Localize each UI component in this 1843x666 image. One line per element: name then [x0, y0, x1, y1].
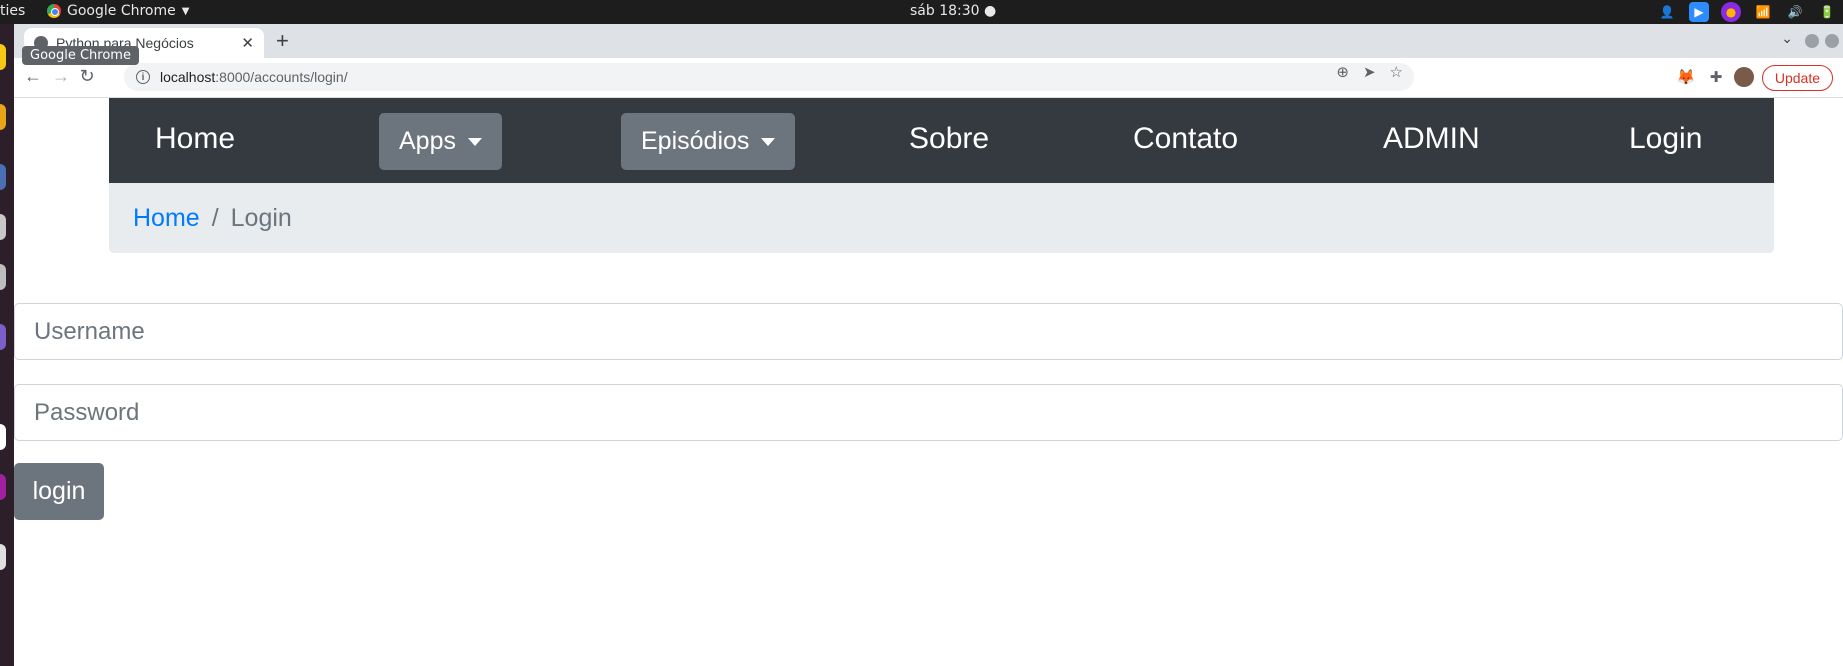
- app-menu-label: Google Chrome: [67, 3, 176, 19]
- video-call-icon[interactable]: ▶: [1689, 2, 1709, 22]
- dock-item-icon[interactable]: [0, 214, 6, 240]
- browser-toolbar: ← → ↻ i localhost:8000/accounts/login/ ⊕…: [14, 58, 1843, 98]
- clock[interactable]: sáb 18:30 ●: [910, 3, 996, 19]
- activities-button[interactable]: ties: [0, 3, 25, 19]
- dock-item-icon[interactable]: [0, 104, 6, 130]
- username-input[interactable]: Username: [14, 303, 1843, 360]
- nav-sobre-link[interactable]: Sobre: [909, 122, 989, 156]
- dock-item-icon[interactable]: [0, 424, 6, 450]
- password-input[interactable]: Password: [14, 384, 1843, 441]
- maximize-icon[interactable]: [1825, 34, 1839, 48]
- tab-search-icon[interactable]: ⌄: [1781, 30, 1793, 47]
- nav-login-link[interactable]: Login: [1629, 122, 1702, 156]
- url-host: localhost: [160, 69, 216, 85]
- browser-icon[interactable]: ●: [1721, 2, 1741, 22]
- system-tray: 👤 ▶ ● 📶 🔊 🔋: [1657, 2, 1837, 22]
- omnibox-actions: ⊕ ➤ ☆: [1336, 63, 1403, 81]
- breadcrumb-home-link[interactable]: Home: [133, 204, 200, 233]
- dock-item-icon[interactable]: [0, 44, 6, 70]
- page-content: Home Apps Episódios Sobre Contato ADMIN …: [14, 98, 1843, 666]
- info-icon[interactable]: i: [136, 70, 150, 84]
- password-placeholder: Password: [34, 398, 140, 426]
- app-menu[interactable]: Google Chrome ▼: [47, 3, 189, 19]
- nav-contato-link[interactable]: Contato: [1133, 122, 1238, 156]
- zoom-icon[interactable]: ⊕: [1336, 63, 1349, 81]
- dock-item-icon[interactable]: [0, 164, 6, 190]
- username-placeholder: Username: [34, 317, 145, 345]
- chrome-logo-icon: [47, 4, 61, 18]
- nav-apps-dropdown[interactable]: Apps: [379, 113, 502, 170]
- battery-icon[interactable]: 🔋: [1817, 2, 1837, 22]
- dock: [0, 24, 14, 666]
- caret-down-icon: [761, 137, 776, 146]
- site-navbar: Home Apps Episódios Sobre Contato ADMIN …: [109, 98, 1774, 183]
- user-icon[interactable]: 👤: [1657, 2, 1677, 22]
- volume-icon[interactable]: 🔊: [1785, 2, 1805, 22]
- dock-item-icon[interactable]: [0, 474, 6, 500]
- reload-icon[interactable]: ↻: [76, 66, 98, 87]
- send-icon[interactable]: ➤: [1363, 63, 1376, 81]
- update-button[interactable]: Update: [1761, 65, 1833, 91]
- nav-home-link[interactable]: Home: [155, 122, 235, 156]
- tab-strip: Python para Negócios ✕ + ⌄: [14, 24, 1843, 58]
- breadcrumb-separator: /: [211, 203, 219, 232]
- nav-admin-link[interactable]: ADMIN: [1383, 122, 1480, 156]
- caret-down-icon: [467, 137, 482, 146]
- metamask-extension-icon[interactable]: 🦊: [1676, 67, 1696, 87]
- address-bar[interactable]: i localhost:8000/accounts/login/: [124, 63, 1414, 91]
- nav-apps-label: Apps: [399, 127, 456, 155]
- back-icon[interactable]: ←: [22, 66, 44, 87]
- close-icon[interactable]: ✕: [241, 34, 254, 52]
- chevron-down-icon: ▼: [181, 5, 190, 17]
- login-submit-button[interactable]: login: [14, 463, 104, 520]
- dock-item-icon[interactable]: [0, 264, 6, 290]
- profile-avatar[interactable]: [1734, 67, 1754, 87]
- dock-item-icon[interactable]: [0, 324, 6, 350]
- star-icon[interactable]: ☆: [1390, 63, 1403, 81]
- extensions-puzzle-icon[interactable]: ✚: [1706, 67, 1726, 87]
- tooltip: Google Chrome: [22, 46, 139, 65]
- breadcrumb-current: Login: [230, 203, 292, 232]
- new-tab-icon[interactable]: +: [276, 28, 289, 54]
- system-top-bar: ties Google Chrome ▼ sáb 18:30 ● 👤 ▶ ● 📶…: [0, 0, 1843, 24]
- dock-item-icon[interactable]: [0, 544, 6, 570]
- url-path: :8000/accounts/login/: [215, 69, 348, 85]
- minimize-icon[interactable]: [1805, 34, 1819, 48]
- forward-icon[interactable]: →: [50, 66, 72, 87]
- nav-episodios-dropdown[interactable]: Episódios: [621, 113, 796, 170]
- nav-episodios-label: Episódios: [641, 127, 750, 155]
- breadcrumb: Home / Login: [109, 183, 1774, 253]
- wifi-icon[interactable]: 📶: [1753, 2, 1773, 22]
